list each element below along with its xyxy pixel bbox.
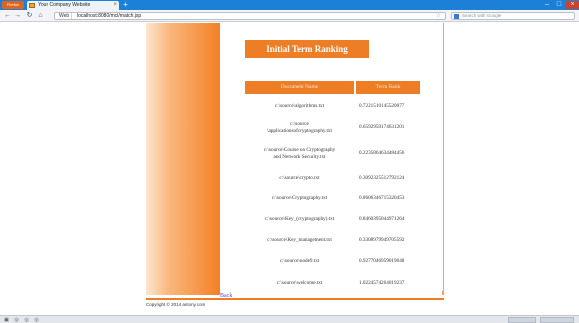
firefox-menu-button[interactable]: Firefox bbox=[2, 1, 24, 9]
start-icon[interactable]: ▣ bbox=[3, 317, 10, 323]
url-text[interactable]: localhost:8080/mcl/match.jsp bbox=[77, 13, 141, 19]
window-close-icon[interactable]: × bbox=[566, 1, 579, 9]
reload-icon[interactable]: ↻ bbox=[25, 12, 34, 20]
tab-close-icon[interactable]: × bbox=[113, 1, 117, 10]
table-cell-rank: 0.2235864634484456 bbox=[359, 150, 405, 156]
search-placeholder[interactable]: Search with Google bbox=[462, 13, 501, 19]
minimize-icon[interactable]: – bbox=[541, 1, 553, 9]
taskbar-app-icon[interactable]: ◎ bbox=[13, 317, 20, 323]
page-title: Initial Term Ranking bbox=[245, 40, 369, 58]
status-bar: ▣ ◎ ◎ ◎ bbox=[0, 315, 579, 323]
page-favicon-icon bbox=[29, 3, 35, 8]
table-cell-rank: 0.3308979949705592 bbox=[359, 237, 405, 243]
home-icon[interactable]: ⌂ bbox=[36, 12, 45, 20]
main-content: Initial Term Ranking Document Name Term … bbox=[220, 23, 443, 291]
search-engine-icon[interactable] bbox=[454, 14, 459, 19]
taskbar-app-icon[interactable]: ◎ bbox=[23, 317, 30, 323]
tray-indicator[interactable] bbox=[540, 317, 574, 323]
footer-divider bbox=[146, 298, 444, 300]
tray-indicator[interactable] bbox=[508, 317, 536, 323]
table-cell-document: c:\source\welcome.txt bbox=[276, 280, 323, 286]
table-cell-rank: 0.6592959174631201 bbox=[359, 124, 405, 130]
browser-titlebar: Firefox Your Company Website × + – □ × bbox=[0, 0, 579, 10]
table-cell-document: c:\source\algorithms.txt bbox=[274, 103, 325, 109]
table-cell-document: c:\source\Course on Cryptography and Net… bbox=[263, 147, 336, 160]
back-icon[interactable]: ← bbox=[3, 12, 12, 20]
page-viewport: Initial Term Ranking Document Name Term … bbox=[0, 23, 579, 315]
table-cell-document: c:\source\node9.txt bbox=[279, 258, 320, 264]
table-cell-rank: 1.0224574264019237 bbox=[359, 280, 405, 286]
table-cell-rank: 0.7221510145520077 bbox=[359, 103, 405, 109]
table-cell-document: c:\source\Key_(cryptography).txt bbox=[264, 216, 335, 222]
maximize-icon[interactable]: □ bbox=[553, 1, 565, 9]
table-cell-document: c:\source\Cryptography.txt bbox=[271, 195, 328, 201]
browser-tab[interactable]: Your Company Website × bbox=[27, 1, 119, 10]
column-header-rank: Term Rank bbox=[356, 81, 420, 94]
table-cell-document: c:\source \applicationsofcryptography.tx… bbox=[267, 121, 332, 134]
tab-title: Your Company Website bbox=[38, 2, 91, 8]
table-cell-rank: 0.3092325512792124 bbox=[359, 175, 405, 181]
navigation-toolbar: ← → ↻ ⌂ Web localhost:8080/mcl/match.jsp… bbox=[0, 10, 579, 22]
table-cell-rank: 0.8606346715320453 bbox=[359, 195, 405, 201]
url-bar[interactable]: Web localhost:8080/mcl/match.jsp ☆ bbox=[54, 12, 446, 20]
orange-side-band bbox=[146, 23, 220, 295]
table-cell-document: c:\source\crypto.txt bbox=[279, 175, 320, 181]
site-identity-label[interactable]: Web bbox=[57, 13, 73, 19]
table-cell-rank: 0.9277046959019048 bbox=[359, 258, 405, 264]
search-bar[interactable]: Search with Google bbox=[451, 12, 575, 20]
bookmark-star-icon[interactable]: ☆ bbox=[436, 13, 441, 19]
taskbar-app-icon[interactable]: ◎ bbox=[33, 317, 40, 323]
table-cell-document: c:\source\Key_management.txt bbox=[267, 237, 332, 243]
new-tab-button[interactable]: + bbox=[121, 1, 130, 9]
column-header-document: Document Name bbox=[245, 81, 354, 94]
forward-icon[interactable]: → bbox=[13, 12, 22, 20]
table-cell-rank: 0.8460395044971264 bbox=[359, 216, 405, 222]
footer-copyright: Copyright © 2014 antony.com bbox=[146, 302, 206, 307]
